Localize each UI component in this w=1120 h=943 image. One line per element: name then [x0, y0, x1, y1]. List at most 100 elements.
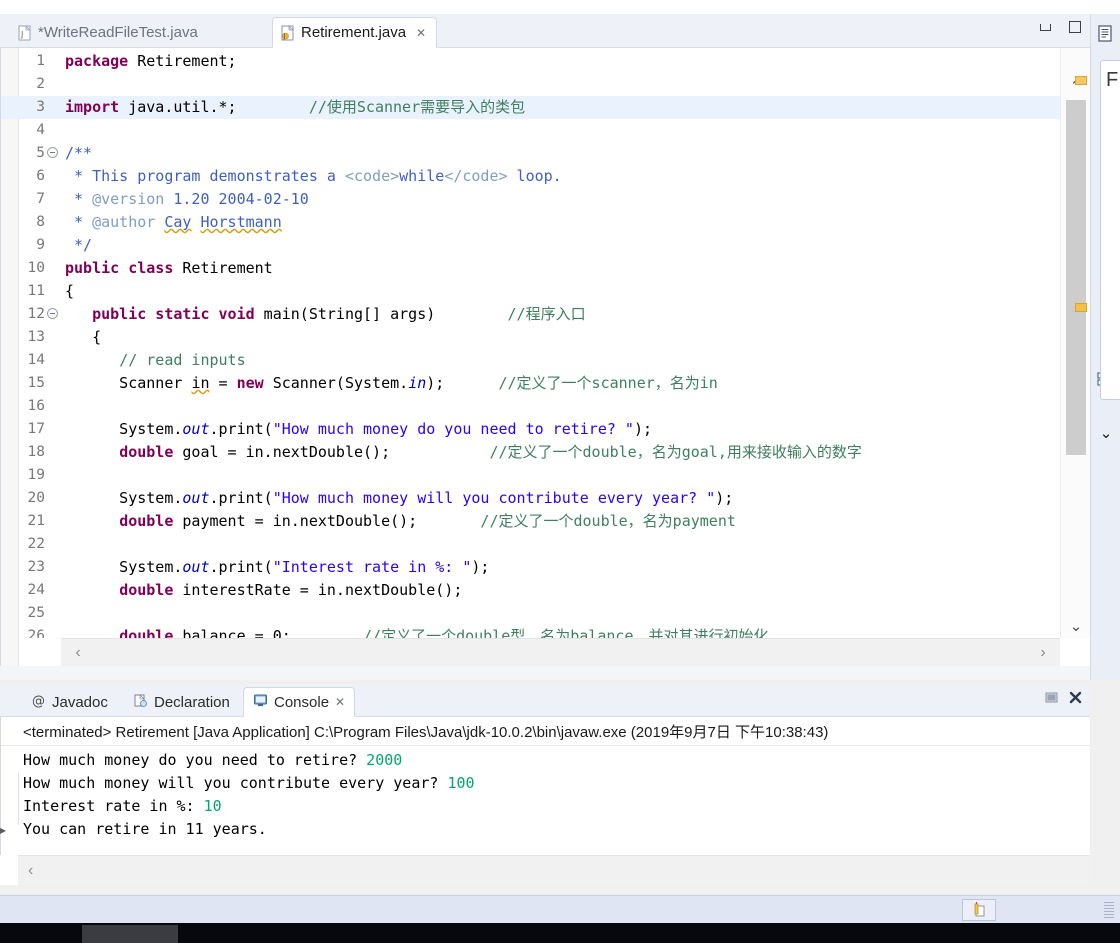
editor-tab-writereadfiletest[interactable]: J *WriteReadFileTest.java [10, 17, 208, 48]
editor-tab-label: Retirement.java [301, 24, 407, 41]
code-line: 20 System.out.print("How much money will… [1, 487, 1060, 510]
tab-javadoc[interactable]: @ Javadoc [22, 687, 117, 717]
code-line: 6 * This program demonstrates a <code>wh… [1, 165, 1060, 188]
scroll-down-arrow-icon[interactable]: ⌄ [1061, 614, 1091, 638]
maximize-icon [1069, 21, 1081, 33]
close-console-icon[interactable] [1068, 690, 1084, 706]
svg-text:@: @ [32, 694, 45, 708]
code-line: 15 Scanner in = new Scanner(System.in); … [1, 372, 1060, 395]
line-number: 7 [36, 191, 45, 207]
code-line: 19 [1, 464, 1060, 487]
line-number: 6 [36, 168, 45, 184]
console-output-lines: How much money do you need to retire? 20… [1, 746, 1090, 841]
console-collapse-arrow-icon[interactable]: ▸ [0, 823, 6, 837]
console-output-area[interactable]: <terminated> Retirement [Java Applicatio… [0, 717, 1090, 855]
line-number: 14 [27, 352, 45, 368]
tab-console[interactable]: Console ✕ [243, 687, 356, 717]
eclipse-ide-window: J *WriteReadFileTest.java J Retirement.j… [0, 0, 1120, 943]
code-line: 13 { [1, 326, 1060, 349]
line-number: 26 [27, 628, 45, 638]
code-line: 14 // read inputs [1, 349, 1060, 372]
line-number: 2 [36, 76, 45, 92]
code-line: 4 [1, 119, 1060, 142]
line-number: 21 [27, 513, 45, 529]
console-prompt: How much money will you contribute every… [23, 774, 448, 792]
close-icon[interactable]: ✕ [416, 27, 426, 39]
minimize-icon [1039, 23, 1051, 31]
line-number: 11 [27, 283, 45, 299]
code-line: 22 [1, 533, 1060, 556]
tab-declaration[interactable]: Declaration [124, 687, 239, 717]
line-number: 22 [27, 536, 45, 552]
bottom-view-stack: @ Javadoc Declaration Console ✕ <termina… [0, 685, 1090, 885]
resize-grip[interactable] [1104, 902, 1114, 918]
console-result: You can retire in 11 years. [23, 820, 267, 838]
pin-console-icon[interactable] [1044, 690, 1060, 706]
console-output-line: Interest rate in %: 10 [23, 795, 1090, 818]
code-editor[interactable]: 1 package Retirement; 2 3 import java.util… [0, 48, 1090, 666]
editor-tab-bar: J *WriteReadFileTest.java J Retirement.j… [0, 14, 1090, 48]
editor-area: J *WriteReadFileTest.java J Retirement.j… [0, 14, 1090, 680]
overview-marker-warning[interactable] [1075, 303, 1087, 312]
console-process-header: <terminated> Retirement [Java Applicatio… [1, 720, 1090, 746]
code-line: 9 */ [1, 234, 1060, 257]
editor-horizontal-scrollbar[interactable]: ‹ › [61, 638, 1060, 666]
java-file-icon: J [18, 24, 32, 41]
code-line: 18 double goal = in.nextDouble(); //定义了一… [1, 441, 1060, 464]
document-outline-icon[interactable] [1096, 24, 1116, 44]
scrollbar-thumb[interactable] [1066, 100, 1086, 455]
close-icon[interactable]: ✕ [335, 695, 345, 709]
declaration-icon [133, 693, 148, 712]
code-line: 25 [1, 602, 1060, 625]
console-user-input: 2000 [366, 751, 403, 769]
window-top-strip [0, 0, 1120, 14]
fold-collapse-icon[interactable] [47, 147, 58, 158]
console-prompt: Interest rate in %: [23, 797, 204, 815]
code-line: 26 double balance = 0; //定义了一个double型，名为… [1, 625, 1060, 638]
line-number: 20 [27, 490, 45, 506]
line-number: 18 [27, 444, 45, 460]
console-horizontal-scrollbar[interactable]: ‹ [18, 855, 1090, 885]
console-user-input: 10 [203, 797, 222, 815]
fold-collapse-icon[interactable] [47, 308, 58, 319]
line-number: 4 [36, 122, 45, 138]
code-line: 8 * @author Cay Horstmann [1, 211, 1060, 234]
warning-resource-icon[interactable] [962, 899, 996, 921]
scroll-left-arrow-icon[interactable]: ‹ [28, 856, 33, 886]
bottom-tab-label: Console [274, 693, 330, 711]
console-prompt: How much money do you need to retire? [23, 751, 367, 769]
code-line-current: 3 import java.util.*; //使用Scanner需要导入的类包 [1, 96, 1060, 119]
editor-tab-label: *WriteReadFileTest.java [38, 24, 198, 41]
console-icon [253, 693, 268, 712]
line-number: 24 [27, 582, 45, 598]
chevron-down-icon[interactable]: ⌄ [1096, 424, 1116, 444]
bottom-tab-label: Declaration [154, 693, 230, 711]
bottom-view-tab-bar: @ Javadoc Declaration Console ✕ [0, 685, 1090, 717]
right-panel-peek[interactable]: F [1100, 60, 1120, 400]
line-number: 15 [27, 375, 45, 391]
console-left-nub [1, 773, 19, 825]
scroll-left-arrow-icon[interactable]: ‹ [65, 639, 91, 667]
minimize-view-button[interactable] [1034, 16, 1056, 38]
editor-tab-retirement[interactable]: J Retirement.java ✕ [272, 17, 438, 48]
code-line: 23 System.out.print("Interest rate in %:… [1, 556, 1060, 579]
editor-vertical-scrollbar[interactable]: ⌃ ⌄ [1060, 48, 1090, 638]
code-line: 24 double interestRate = in.nextDouble()… [1, 579, 1060, 602]
line-number: 23 [27, 559, 45, 575]
overview-marker-warning[interactable] [1075, 76, 1087, 85]
scroll-right-arrow-icon[interactable]: › [1030, 639, 1056, 667]
line-number: 10 [27, 260, 45, 276]
code-lines: 1 package Retirement; 2 3 import java.util… [1, 50, 1060, 638]
taskbar-item[interactable] [82, 925, 178, 943]
code-line: 10 public class Retirement [1, 257, 1060, 280]
svg-text:J: J [283, 33, 286, 40]
console-output-line: How much money will you contribute every… [23, 772, 1090, 795]
window-controls [1034, 16, 1086, 38]
maximize-view-button[interactable] [1064, 16, 1086, 38]
line-number: 5 [36, 145, 45, 161]
code-line: 7 * @version 1.20 2004-02-10 [1, 188, 1060, 211]
code-scroll-viewport: 1 package Retirement; 2 3 import java.util… [1, 48, 1060, 638]
code-line: 11{ [1, 280, 1060, 303]
java-file-icon: J [281, 24, 295, 41]
code-line: 2 [1, 73, 1060, 96]
